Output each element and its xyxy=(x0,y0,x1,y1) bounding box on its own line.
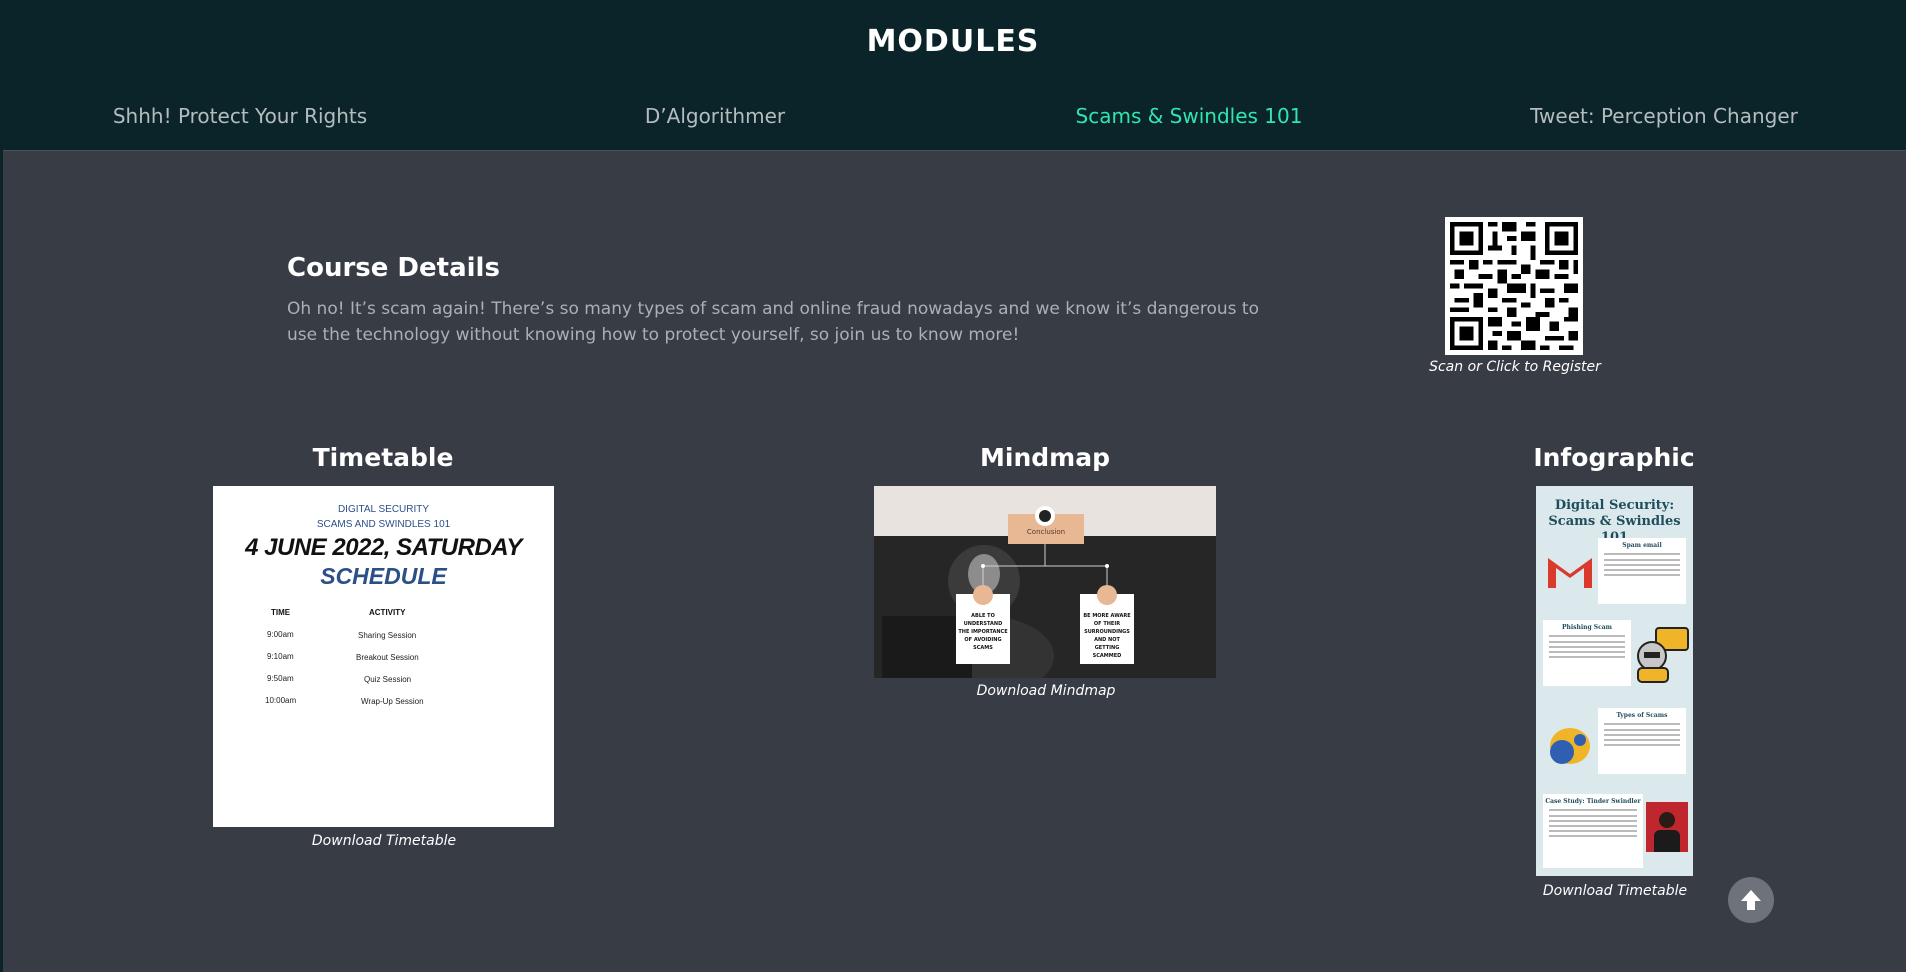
download-infographic-link[interactable]: Download Timetable xyxy=(1543,883,1687,899)
tt-row-activity: Sharing Session xyxy=(358,631,417,640)
qr-caption[interactable]: Scan or Click to Register xyxy=(1400,359,1630,375)
tab-shhh-protect-your-rights[interactable]: Shhh! Protect Your Rights xyxy=(113,104,367,128)
tt-row-time: 9:00am xyxy=(267,630,294,639)
tab-dalgorithmer[interactable]: D’Algorithmer xyxy=(645,104,785,128)
tinder-swindler-photo xyxy=(1646,802,1688,852)
mindmap-image[interactable]: Conclusion ABLE TO UNDERSTAND THE IMPORT… xyxy=(874,486,1216,678)
infographic-card-title: Spam email xyxy=(1622,542,1662,549)
mindmap-heading: Mindmap xyxy=(980,443,1110,472)
tab-tweet-perception-changer[interactable]: Tweet: Perception Changer xyxy=(1530,104,1798,128)
tt-row-activity: Wrap-Up Session xyxy=(361,697,424,706)
infographic-card-title: Phishing Scam xyxy=(1561,624,1613,631)
arrow-up-icon xyxy=(1741,890,1761,910)
tt-col-activity: ACTIVITY xyxy=(369,608,406,617)
download-mindmap-link[interactable]: Download Mindmap xyxy=(977,683,1116,699)
register-qr-code[interactable] xyxy=(1445,217,1583,355)
infographic-card-title: Case Study: Tinder Swindler xyxy=(1545,798,1641,805)
mindmap-right-box: BE MORE AWARE OF THEIR SURROUNDINGS AND … xyxy=(1083,613,1131,659)
tt-col-time: TIME xyxy=(271,608,291,617)
timetable-image[interactable]: DIGITAL SECURITY SCAMS AND SWINDLES 101 … xyxy=(213,486,554,827)
mindmap-graphic xyxy=(874,486,1216,678)
download-timetable-link[interactable]: Download Timetable xyxy=(312,833,456,849)
infographic-image[interactable]: Digital Security: Scams & Swindles 101 S… xyxy=(1536,486,1693,876)
infographic-card-title: Types of Scams xyxy=(1616,712,1668,719)
scam-types-icon xyxy=(1550,728,1590,764)
page-title: MODULES xyxy=(866,24,1040,59)
top-navigation: MODULES Shhh! Protect Your Rights D’Algo… xyxy=(0,0,1906,150)
tt-line1: DIGITAL SECURITY xyxy=(337,504,430,515)
scroll-to-top-button[interactable] xyxy=(1728,877,1774,923)
infographic-card: Case Study: Tinder Swindler xyxy=(1543,794,1643,868)
infographic-card: Spam email xyxy=(1598,538,1686,604)
hacker-icon xyxy=(1637,627,1689,683)
mindmap-left-box: ABLE TO UNDERSTAND THE IMPORTANCE OF AVO… xyxy=(958,613,1008,651)
tt-row-activity: Quiz Session xyxy=(364,675,412,684)
qr-code-icon xyxy=(1445,217,1583,355)
infographic-card: Phishing Scam xyxy=(1543,620,1631,686)
course-description: Oh no! It’s scam again! There’s so many … xyxy=(287,299,1259,345)
mindmap-center-label: Conclusion xyxy=(1026,528,1066,536)
gmail-icon xyxy=(1548,558,1592,588)
tt-row-time: 9:50am xyxy=(267,674,294,683)
tt-line2: SCAMS AND SWINDLES 101 xyxy=(316,519,451,530)
tt-row-time: 9:10am xyxy=(267,652,294,661)
course-details-heading: Course Details xyxy=(287,253,500,283)
tt-schedule-heading: SCHEDULE xyxy=(320,563,447,589)
infographic-card: Types of Scams xyxy=(1598,708,1686,774)
tab-scams-and-swindles-101[interactable]: Scams & Swindles 101 xyxy=(1076,104,1303,128)
tt-row-activity: Breakout Session xyxy=(356,653,419,662)
timetable-heading: Timetable xyxy=(312,443,454,472)
tt-date: 4 JUNE 2022, SATURDAY xyxy=(245,534,522,561)
infographic-heading: Infographic xyxy=(1533,443,1695,472)
tt-row-time: 10:00am xyxy=(265,696,297,705)
